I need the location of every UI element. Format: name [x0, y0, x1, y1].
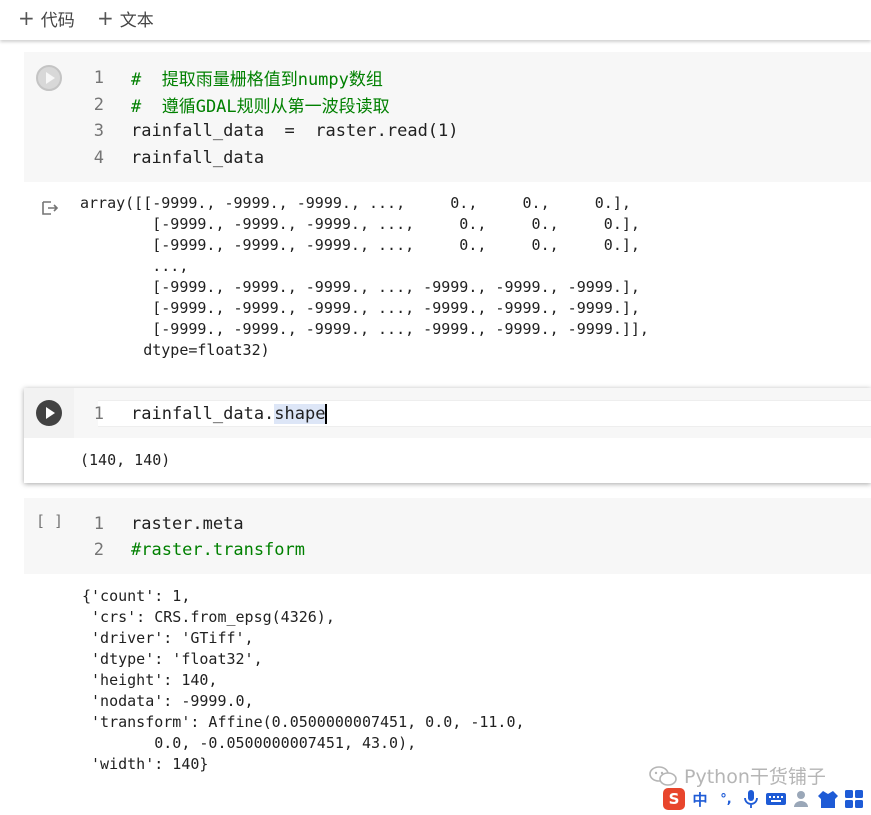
plus-icon: +: [18, 6, 35, 30]
line-number: 4: [93, 147, 104, 168]
output-redirect-icon[interactable]: [40, 198, 60, 218]
code-text: # 提取雨量栅格值到numpy数组: [131, 70, 383, 90]
line-number: 2: [93, 539, 104, 560]
toolbox-icon[interactable]: [843, 788, 865, 810]
add-text-button[interactable]: + 文本: [97, 6, 154, 31]
line-number: 2: [93, 94, 104, 115]
cell-output: (140, 140): [80, 451, 171, 469]
cell-output: {'count': 1, 'crs': CRS.from_epsg(4326),…: [82, 587, 525, 773]
microphone-icon[interactable]: [741, 788, 761, 810]
code-cell-1[interactable]: 1 # 提取雨量栅格值到numpy数组 2 # 遵循GDAL规则从第一波段读取 …: [24, 52, 871, 359]
selected-token: shape: [274, 403, 326, 424]
wechat-icon: [649, 765, 677, 786]
run-cell-button[interactable]: [36, 65, 62, 91]
line-number: 1: [93, 403, 104, 424]
code-cell-2[interactable]: 1 rainfall_data.shape (140, 140): [24, 388, 871, 483]
sogou-logo-icon[interactable]: S: [663, 788, 685, 810]
add-text-label: 文本: [119, 10, 154, 31]
code-text: rainfall_data.shape: [131, 403, 328, 424]
user-icon[interactable]: [791, 788, 813, 810]
play-icon: [46, 407, 55, 419]
plus-icon: +: [97, 6, 114, 30]
code-editor[interactable]: 1 # 提取雨量栅格值到numpy数组 2 # 遵循GDAL规则从第一波段读取 …: [24, 52, 871, 182]
code-text: rainfall_data = raster.read(1): [131, 120, 459, 141]
code-text: # 遵循GDAL规则从第一波段读取: [131, 97, 390, 117]
keyboard-icon[interactable]: [765, 788, 787, 810]
line-number: 1: [93, 513, 104, 534]
watermark-text: Python干货铺子: [684, 766, 826, 788]
add-code-button[interactable]: + 代码: [18, 6, 75, 31]
code-text: rainfall_data: [131, 147, 265, 168]
play-icon: [46, 72, 55, 84]
notebook-toolbar: + 代码 + 文本: [0, 0, 871, 40]
ime-mode-toggle[interactable]: 中: [689, 788, 711, 810]
cell-output: array([[-9999., -9999., -9999., ..., 0.,…: [80, 194, 649, 359]
punctuation-toggle[interactable]: °,: [715, 788, 737, 810]
code-editor[interactable]: [ ] 1 raster.meta 2 #raster.transform: [24, 498, 871, 574]
run-cell-button[interactable]: [36, 400, 62, 426]
line-number: 1: [93, 67, 104, 88]
code-cell-3[interactable]: [ ] 1 raster.meta 2 #raster.transform {'…: [24, 498, 871, 773]
ime-toolbar[interactable]: S 中 °,: [663, 786, 865, 812]
text-cursor: [325, 403, 328, 424]
code-text: #raster.transform: [131, 539, 305, 560]
code-token: rainfall_data.: [131, 403, 275, 424]
line-number: 3: [93, 120, 104, 141]
skin-icon[interactable]: [817, 788, 839, 810]
watermark: Python干货铺子: [648, 762, 826, 789]
execution-count[interactable]: [ ]: [36, 512, 63, 530]
add-code-label: 代码: [40, 10, 75, 31]
code-text: raster.meta: [131, 513, 244, 534]
code-editor[interactable]: 1 rainfall_data.shape: [24, 388, 871, 438]
